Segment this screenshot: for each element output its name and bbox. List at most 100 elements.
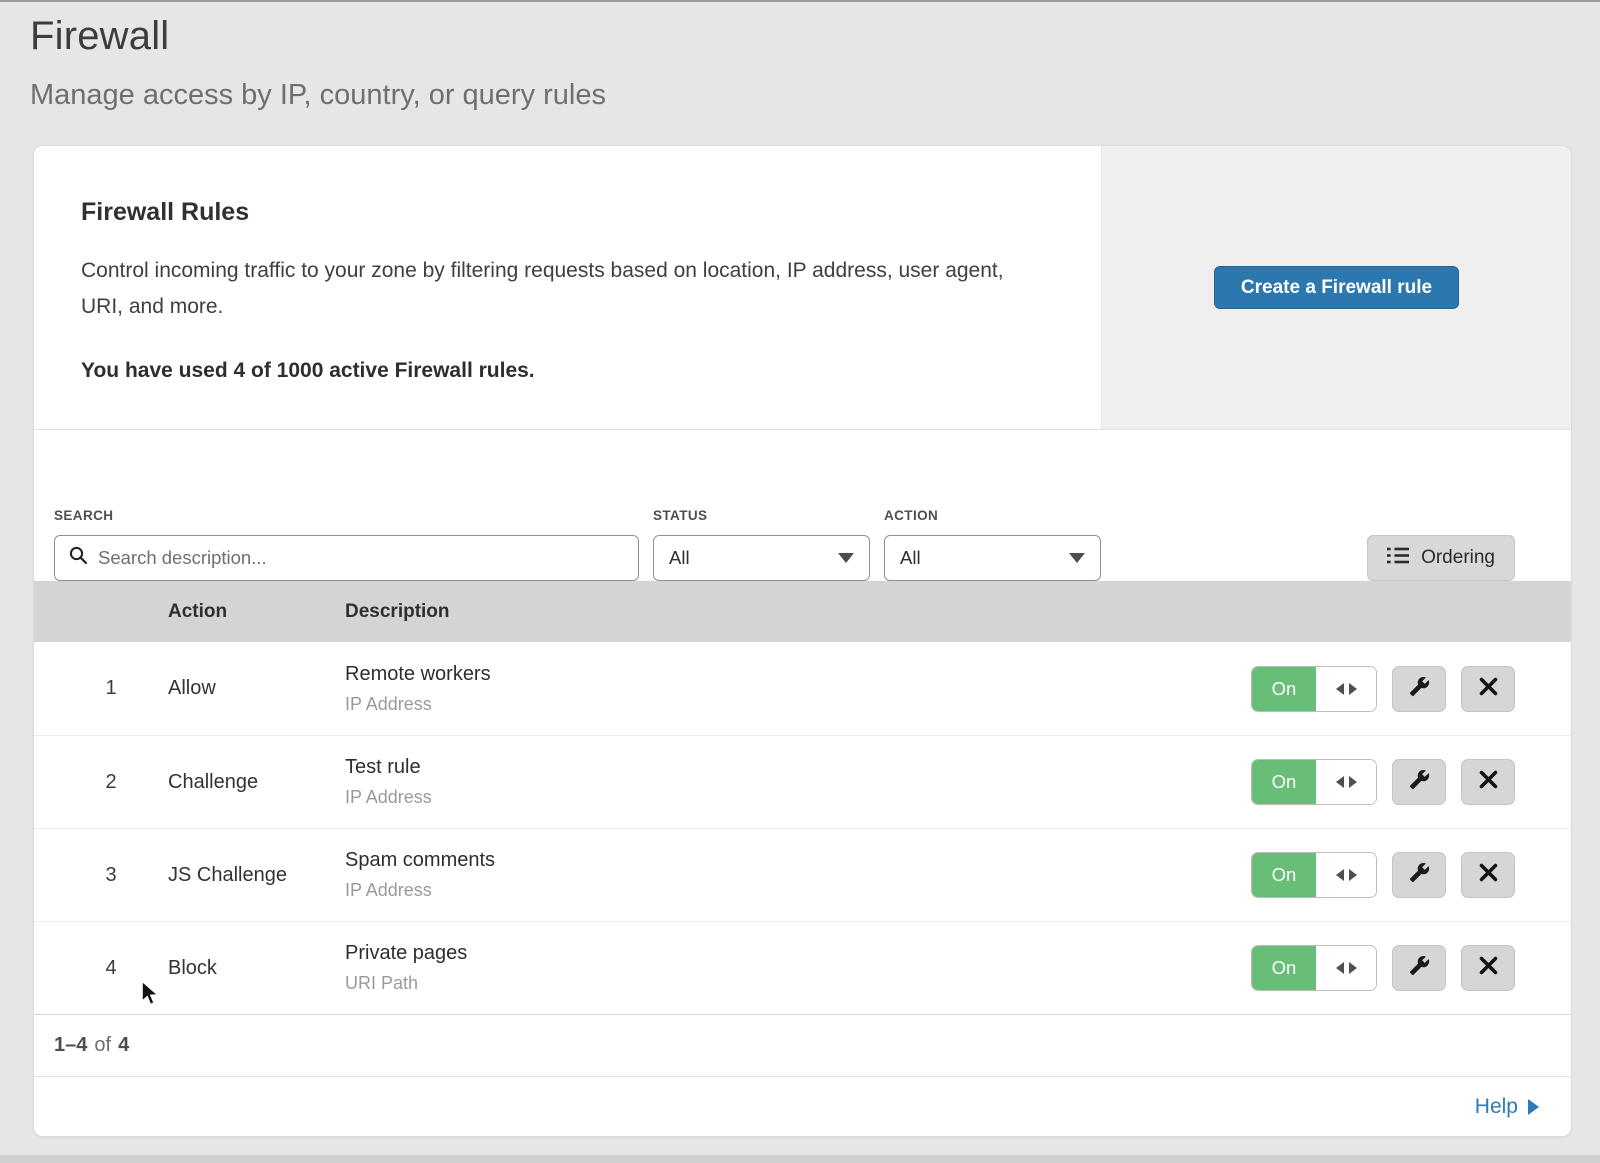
rule-match-field: IP Address	[345, 787, 1250, 808]
rule-action: Challenge	[168, 771, 345, 794]
rule-priority: 3	[54, 864, 168, 887]
close-icon	[1479, 863, 1498, 887]
rule-enabled-toggle[interactable]: On	[1251, 852, 1377, 898]
toggle-on-label: On	[1252, 853, 1316, 897]
toggle-on-label: On	[1252, 946, 1316, 990]
action-select[interactable]: All	[884, 535, 1101, 581]
arrow-right-icon	[1528, 1099, 1539, 1115]
rule-priority: 1	[54, 677, 168, 700]
rule-action: Block	[168, 957, 345, 980]
rules-intro-text: Firewall Rules Control incoming traffic …	[34, 146, 1101, 429]
triangle-left-icon	[1336, 962, 1344, 974]
pagination-range: 1–4	[54, 1034, 87, 1057]
wrench-icon	[1409, 769, 1430, 795]
rule-priority: 4	[54, 957, 168, 980]
delete-rule-button[interactable]	[1461, 945, 1515, 991]
wrench-icon	[1409, 676, 1430, 702]
toggle-handle[interactable]	[1316, 853, 1376, 897]
bottom-edge-strip	[0, 1155, 1600, 1163]
rule-description: Test rule	[345, 756, 1250, 779]
triangle-right-icon	[1349, 869, 1357, 881]
rule-row: 2 Challenge Test rule IP Address On	[34, 735, 1571, 828]
status-select-value: All	[669, 547, 690, 569]
rule-row: 1 Allow Remote workers IP Address On	[34, 642, 1571, 735]
pagination-total: 4	[118, 1034, 129, 1057]
rule-match-field: IP Address	[345, 880, 1250, 901]
close-icon	[1479, 956, 1498, 980]
rule-description: Spam comments	[345, 849, 1250, 872]
rule-enabled-toggle[interactable]: On	[1251, 666, 1377, 712]
action-column-header: Action	[168, 601, 345, 623]
rules-table-body: 1 Allow Remote workers IP Address On	[34, 642, 1571, 1014]
rule-enabled-toggle[interactable]: On	[1251, 759, 1377, 805]
delete-rule-button[interactable]	[1461, 852, 1515, 898]
search-icon	[69, 546, 88, 570]
triangle-right-icon	[1349, 683, 1357, 695]
delete-rule-button[interactable]	[1461, 666, 1515, 712]
rules-description: Control incoming traffic to your zone by…	[81, 253, 1031, 325]
rule-action: JS Challenge	[168, 864, 345, 887]
rule-match-field: IP Address	[345, 694, 1250, 715]
chevron-down-icon	[1069, 553, 1085, 563]
ordering-button-label: Ordering	[1421, 547, 1495, 569]
description-column-header: Description	[345, 601, 1250, 623]
pagination-row: 1–4 of 4	[34, 1014, 1571, 1076]
firewall-rules-card: Firewall Rules Control incoming traffic …	[33, 145, 1572, 1137]
toggle-handle[interactable]	[1316, 667, 1376, 711]
wrench-icon	[1409, 862, 1430, 888]
action-label: ACTION	[884, 508, 1101, 523]
rule-enabled-toggle[interactable]: On	[1251, 945, 1377, 991]
rule-description-cell: Private pages URI Path	[345, 942, 1250, 994]
search-field-group: SEARCH	[54, 508, 639, 581]
close-icon	[1479, 677, 1498, 701]
toggle-on-label: On	[1252, 760, 1316, 804]
wrench-icon	[1409, 955, 1430, 981]
rules-intro-action-panel: Create a Firewall rule	[1101, 146, 1571, 429]
rule-description: Private pages	[345, 942, 1250, 965]
triangle-right-icon	[1349, 776, 1357, 788]
edit-rule-button[interactable]	[1392, 666, 1446, 712]
action-field-group: ACTION All	[884, 508, 1101, 581]
rule-controls: On	[1250, 759, 1515, 805]
rule-description-cell: Spam comments IP Address	[345, 849, 1250, 901]
rule-row: 3 JS Challenge Spam comments IP Address …	[34, 828, 1571, 921]
rule-controls: On	[1250, 945, 1515, 991]
rule-controls: On	[1250, 666, 1515, 712]
rule-match-field: URI Path	[345, 973, 1250, 994]
triangle-left-icon	[1336, 776, 1344, 788]
pagination-of-label: of	[94, 1034, 111, 1057]
status-label: STATUS	[653, 508, 870, 523]
ordered-list-icon	[1387, 547, 1409, 570]
triangle-left-icon	[1336, 869, 1344, 881]
rule-controls: On	[1250, 852, 1515, 898]
rules-intro-section: Firewall Rules Control incoming traffic …	[34, 146, 1571, 430]
triangle-right-icon	[1349, 962, 1357, 974]
page-title: Firewall	[30, 14, 1570, 59]
rules-usage-note: You have used 4 of 1000 active Firewall …	[81, 359, 1041, 383]
toggle-handle[interactable]	[1316, 946, 1376, 990]
chevron-down-icon	[838, 553, 854, 563]
help-link[interactable]: Help	[1475, 1095, 1539, 1119]
triangle-left-icon	[1336, 683, 1344, 695]
toggle-on-label: On	[1252, 667, 1316, 711]
search-input[interactable]	[98, 547, 624, 569]
page-subtitle: Manage access by IP, country, or query r…	[30, 79, 1570, 112]
delete-rule-button[interactable]	[1461, 759, 1515, 805]
edit-rule-button[interactable]	[1392, 759, 1446, 805]
rules-heading: Firewall Rules	[81, 198, 1041, 227]
status-field-group: STATUS All	[653, 508, 870, 581]
help-row: Help	[34, 1076, 1571, 1136]
ordering-button[interactable]: Ordering	[1367, 535, 1515, 581]
toggle-handle[interactable]	[1316, 760, 1376, 804]
page-header: Firewall Manage access by IP, country, o…	[0, 2, 1600, 112]
rule-description-cell: Remote workers IP Address	[345, 663, 1250, 715]
search-label: SEARCH	[54, 508, 639, 523]
edit-rule-button[interactable]	[1392, 852, 1446, 898]
rule-description-cell: Test rule IP Address	[345, 756, 1250, 808]
status-select[interactable]: All	[653, 535, 870, 581]
rule-action: Allow	[168, 677, 345, 700]
action-select-value: All	[900, 547, 921, 569]
edit-rule-button[interactable]	[1392, 945, 1446, 991]
filters-bar: SEARCH STATUS All ACTION All	[34, 430, 1571, 581]
create-firewall-rule-button[interactable]: Create a Firewall rule	[1214, 266, 1459, 309]
